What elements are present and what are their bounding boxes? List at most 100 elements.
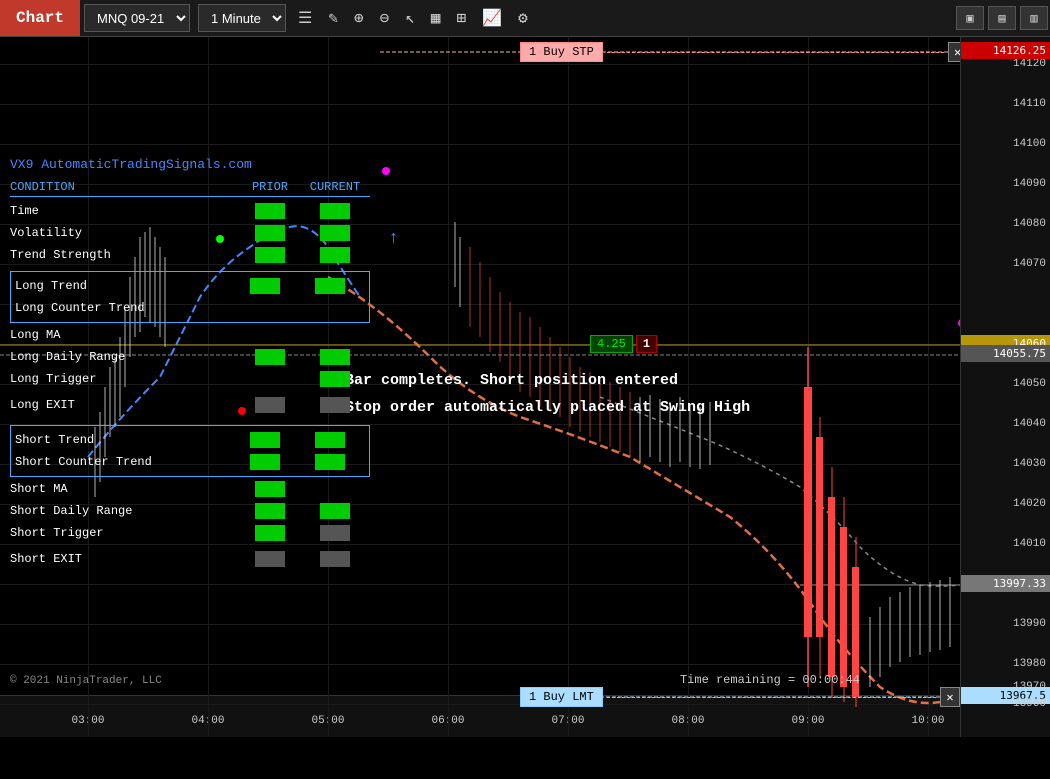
short-bordered-section: Short Trend Short Counter Trend (10, 425, 370, 477)
panel-btn-1[interactable]: ▣ (956, 6, 984, 30)
row-long-trend: Long Trend (15, 276, 365, 296)
vx9-brand: VX9 AutomaticTradingSignals.com (10, 157, 370, 172)
ldr-current-box (320, 349, 350, 365)
current-price: 14055.75 (961, 345, 1050, 362)
ts-current-box (320, 247, 350, 263)
buy-lmt-close[interactable]: ✕ (940, 687, 960, 707)
indicator-icon[interactable]: 📈 (478, 6, 506, 30)
price-14070: 14070 (1013, 258, 1046, 270)
price-14030: 14030 (1013, 458, 1046, 470)
price-13960: 13960 (1013, 698, 1046, 710)
price-14100: 14100 (1013, 138, 1046, 150)
row-short-counter-trend: Short Counter Trend (15, 452, 365, 472)
buy-stp-box[interactable]: 1 Buy STP (520, 42, 603, 62)
cond-long-trigger: Long Trigger (10, 372, 240, 386)
lexit-prior-box (255, 397, 285, 413)
row-short-trend: Short Trend (15, 430, 365, 450)
cursor-icon[interactable]: ↖ (401, 6, 419, 30)
trade-info: 4.25 1 (590, 335, 657, 353)
row-short-ma: Short MA (10, 479, 370, 499)
cond-short-ma: Short MA (10, 482, 240, 496)
lt-current-box (315, 278, 345, 294)
header-prior: PRIOR (240, 180, 300, 194)
condition-header: CONDITION PRIOR CURRENT (10, 180, 370, 197)
annotation-bar-completes: Bar completes. Short position entered (345, 372, 678, 389)
vol-prior-box (255, 225, 285, 241)
crosshair-icon[interactable]: ⊞ (453, 6, 471, 30)
row-trend-strength: Trend Strength (10, 245, 370, 265)
st-prior-box (250, 432, 280, 448)
settings-icon[interactable]: ⚙ (514, 6, 532, 30)
cond-long-daily-range: Long Daily Range (10, 350, 240, 364)
magenta-dot-top (382, 167, 390, 175)
panel-btn-2[interactable]: ▤ (988, 6, 1016, 30)
st-current-box (315, 432, 345, 448)
row-volatility: Volatility (10, 223, 370, 243)
trade-distance: 4.25 (590, 335, 633, 353)
lt-prior-box (250, 278, 280, 294)
timeframe-selector[interactable]: 1 Minute (198, 4, 286, 32)
row-time: Time (10, 201, 370, 221)
chart-title: Chart (0, 0, 80, 36)
cond-trend-strength: Trend Strength (10, 248, 240, 262)
price-14110: 14110 (1013, 98, 1046, 110)
bars-icon[interactable]: ☰ (294, 6, 316, 30)
price-axis: 14126.25 14120 14110 14100 14090 14080 1… (960, 37, 1050, 737)
toolbar: Chart MNQ 09-21 1 Minute ☰ ✎ ⊕ ⊖ ↖ ▦ ⊞ 📈… (0, 0, 1050, 37)
price-14050: 14050 (1013, 378, 1046, 390)
buy-stp-label: 1 Buy STP ✕ (520, 42, 960, 62)
buy-stp-close[interactable]: ✕ (948, 42, 960, 62)
chart-type-icon[interactable]: ▦ (427, 6, 445, 30)
cond-short-exit: Short EXIT (10, 552, 240, 566)
lma-prior-box (255, 327, 285, 343)
ldr-prior-box (255, 349, 285, 365)
price-14080: 14080 (1013, 218, 1046, 230)
header-condition: CONDITION (10, 180, 240, 194)
symbol-selector[interactable]: MNQ 09-21 (84, 4, 190, 32)
row-short-exit: Short EXIT (10, 549, 370, 569)
row-short-daily-range: Short Daily Range (10, 501, 370, 521)
row-long-trigger: Long Trigger (10, 369, 370, 389)
row-long-ma: Long MA (10, 325, 370, 345)
pencil-icon[interactable]: ✎ (324, 6, 342, 30)
cond-volatility: Volatility (10, 226, 240, 240)
panel-btn-3[interactable]: ▥ (1020, 6, 1048, 30)
row-long-exit: Long EXIT (10, 395, 370, 415)
row-long-counter-trend: Long Counter Trend (15, 298, 365, 318)
buy-lmt-label: 1 Buy LMT ✕ (520, 687, 960, 707)
sct-prior-box (250, 454, 280, 470)
time-remaining: Time remaining = 00:00:44 (680, 673, 860, 687)
row-short-trigger: Short Trigger (10, 523, 370, 543)
header-current: CURRENT (300, 180, 370, 194)
condition-table: CONDITION PRIOR CURRENT Time Volatility … (10, 180, 370, 569)
price-14120: 14120 (1013, 58, 1046, 70)
row-long-daily-range: Long Daily Range (10, 347, 370, 367)
lexit-current-box (320, 397, 350, 413)
lma-current-box (320, 327, 350, 343)
price-14040: 14040 (1013, 418, 1046, 430)
price-14090: 14090 (1013, 178, 1046, 190)
zoom-in-icon[interactable]: ⊕ (350, 6, 368, 30)
cond-long-ma: Long MA (10, 328, 240, 342)
annotation-stop-order: Stop order automatically placed at Swing… (345, 399, 750, 416)
cond-short-counter-trend: Short Counter Trend (15, 455, 235, 469)
blue-arrow-up: ↑ (388, 229, 399, 249)
magenta-dot-right (958, 319, 960, 327)
buy-lmt-box[interactable]: 1 Buy LMT (520, 687, 603, 707)
cond-long-trend: Long Trend (15, 279, 235, 293)
price-13990: 13990 (1013, 618, 1046, 630)
price-13980: 13980 (1013, 658, 1046, 670)
ts-prior-box (255, 247, 285, 263)
cond-long-counter-trend: Long Counter Trend (15, 301, 235, 315)
sma-current-box (320, 481, 350, 497)
sdr-prior-box (255, 503, 285, 519)
copyright: © 2021 NinjaTrader, LLC (10, 675, 162, 687)
cond-long-exit: Long EXIT (10, 398, 240, 412)
buy-stp-price: 14126.25 (961, 42, 1050, 59)
ltrig-current-box (320, 371, 350, 387)
strig-current-box (320, 525, 350, 541)
zoom-out-icon[interactable]: ⊖ (376, 6, 394, 30)
cond-short-trend: Short Trend (15, 433, 235, 447)
sexit-prior-box (255, 551, 285, 567)
price-13997: 13997.33 (961, 575, 1050, 592)
